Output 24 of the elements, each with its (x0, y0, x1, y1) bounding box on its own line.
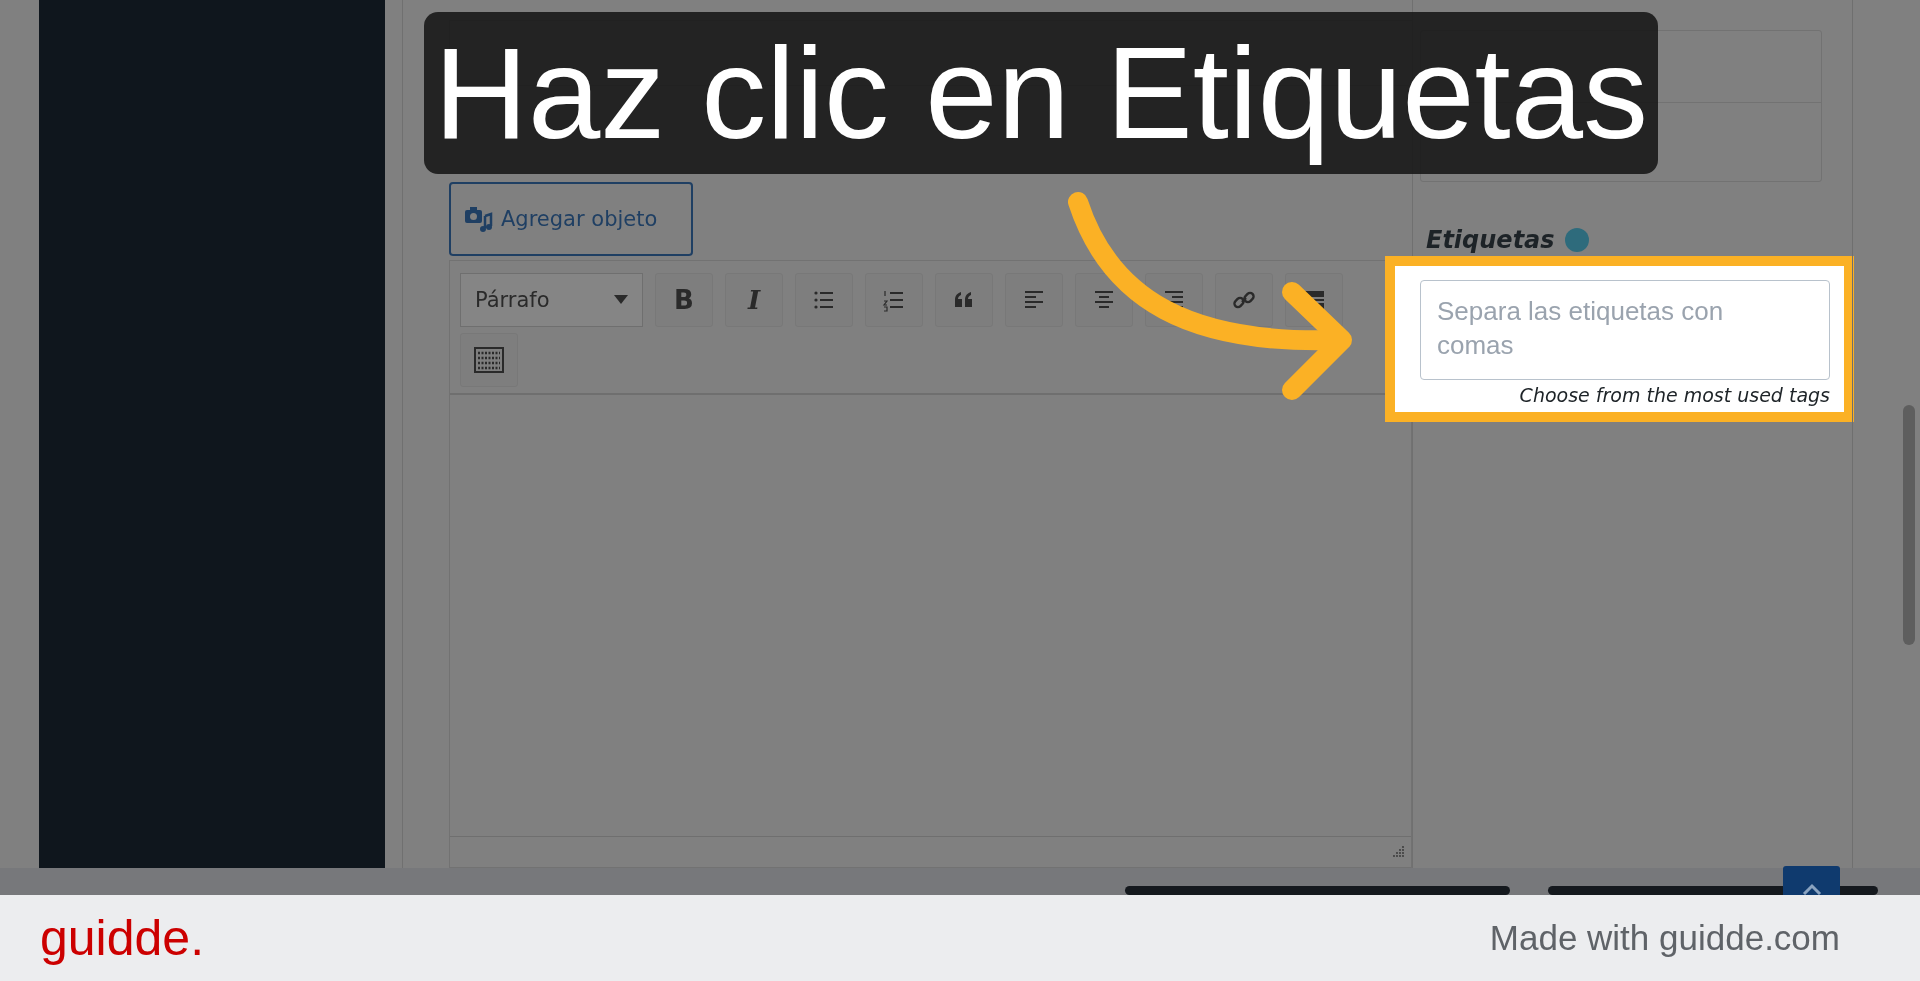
bold-button[interactable]: B (655, 273, 713, 327)
keyboard-icon (474, 347, 504, 373)
toolbar-toggle-button[interactable] (460, 333, 518, 387)
most-used-tags-link[interactable]: Choose from the most used tags (1519, 384, 1830, 406)
credit-text: Made with guidde.com (1489, 918, 1840, 958)
guidde-logo: guidde. (40, 909, 205, 967)
numbered-list-button[interactable] (865, 273, 923, 327)
scrollbar-thumb[interactable] (1903, 405, 1915, 645)
tags-label: Etiquetas (1426, 226, 1555, 254)
bullet-list-button[interactable] (795, 273, 853, 327)
chevron-up-icon (1801, 883, 1822, 895)
quote-button[interactable] (935, 273, 993, 327)
align-left-button[interactable] (1005, 273, 1063, 327)
tags-input[interactable]: Separa las etiquetas con comas (1420, 280, 1830, 380)
instruction-tooltip: Haz clic en Etiquetas (424, 12, 1658, 174)
add-media-button[interactable]: Agregar objeto (449, 182, 693, 256)
italic-button[interactable]: I (725, 273, 783, 327)
caret-icon (614, 295, 628, 305)
scroll-top-button[interactable] (1783, 866, 1840, 895)
resize-grip-icon (1391, 845, 1405, 859)
link-button[interactable] (1215, 273, 1273, 327)
numbered-list-icon (882, 288, 906, 312)
format-select[interactable]: Párrafo (460, 273, 643, 327)
camera-music-icon (463, 204, 493, 234)
